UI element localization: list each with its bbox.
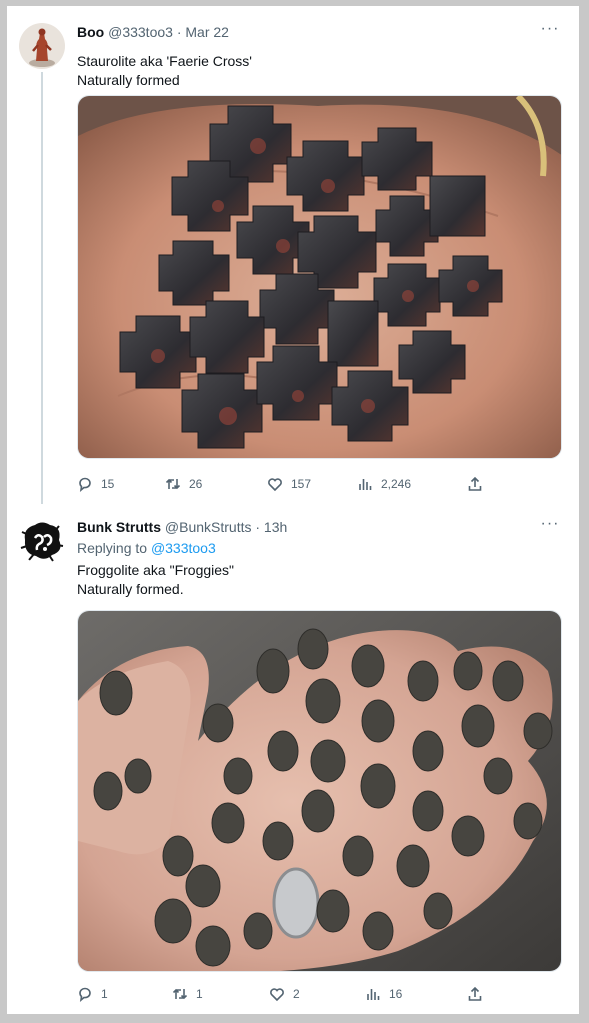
reply-count: 15 <box>101 477 115 491</box>
avatar-boo[interactable] <box>19 23 65 69</box>
like-count: 157 <box>291 477 312 491</box>
tweet-boo[interactable]: Boo @333too3 · Mar 22 ··· Staurolite aka… <box>7 6 579 506</box>
like-action[interactable]: 157 <box>267 474 311 494</box>
tweet-date[interactable]: Mar 22 <box>185 24 229 40</box>
tweet-header: Bunk Strutts @BunkStrutts · 13h ··· <box>77 515 567 539</box>
tweet-image-staurolite[interactable] <box>77 95 562 459</box>
reply-action[interactable]: 1 <box>77 984 108 1004</box>
separator-dot: · <box>176 24 182 40</box>
replying-handle-link[interactable]: @333too3 <box>151 540 216 556</box>
retweet-action[interactable]: 26 <box>165 474 202 494</box>
like-count: 2 <box>293 987 300 1001</box>
tweet-date[interactable]: 13h <box>264 519 287 535</box>
more-icon[interactable]: ··· <box>539 20 561 42</box>
display-name[interactable]: Boo <box>77 24 104 40</box>
tweet-actions: 1 1 2 16 <box>77 984 497 1004</box>
retweet-action[interactable]: 1 <box>172 984 203 1004</box>
replying-prefix: Replying to <box>77 540 148 556</box>
more-icon[interactable]: ··· <box>539 515 561 537</box>
tweet-text: Staurolite aka 'Faerie Cross' Naturally … <box>77 53 252 88</box>
tweet-actions: 15 26 157 2,246 <box>77 474 497 494</box>
reply-count: 1 <box>101 987 108 1001</box>
retweet-icon <box>172 988 188 1000</box>
retweet-count: 1 <box>196 987 203 1001</box>
retweet-count: 26 <box>189 477 203 491</box>
replying-to: Replying to @333too3 <box>77 540 216 556</box>
timeline-frame: Boo @333too3 · Mar 22 ··· Staurolite aka… <box>7 6 579 1014</box>
avatar-bunk-strutts[interactable] <box>19 518 65 564</box>
views-icon <box>359 479 372 490</box>
views-action[interactable]: 2,246 <box>357 474 411 494</box>
like-action[interactable]: 2 <box>269 984 300 1004</box>
handle[interactable]: @BunkStrutts <box>165 519 252 535</box>
like-icon <box>270 988 284 1002</box>
tweet-image-toads[interactable] <box>77 610 562 972</box>
handle[interactable]: @333too3 <box>108 24 173 40</box>
share-icon <box>468 986 482 1001</box>
share-action[interactable] <box>467 474 483 494</box>
like-icon <box>268 478 282 492</box>
share-icon <box>468 476 482 491</box>
share-action[interactable] <box>467 984 483 1004</box>
reply-icon <box>79 477 91 492</box>
tweet-text: Froggolite aka "Froggies" Naturally form… <box>77 562 235 597</box>
views-icon <box>367 989 380 1000</box>
tweet-header: Boo @333too3 · Mar 22 ··· <box>77 20 567 44</box>
reply-icon <box>79 987 91 1002</box>
views-action[interactable]: 16 <box>365 984 402 1004</box>
display-name[interactable]: Bunk Strutts <box>77 519 161 535</box>
tweet-bunk-strutts[interactable]: Bunk Strutts @BunkStrutts · 13h ··· Repl… <box>7 506 579 1014</box>
views-count: 16 <box>389 987 403 1001</box>
retweet-icon <box>165 478 181 490</box>
thread-connector-line <box>41 72 43 504</box>
views-count: 2,246 <box>381 477 412 491</box>
separator-dot: · <box>255 519 261 535</box>
reply-action[interactable]: 15 <box>77 474 114 494</box>
